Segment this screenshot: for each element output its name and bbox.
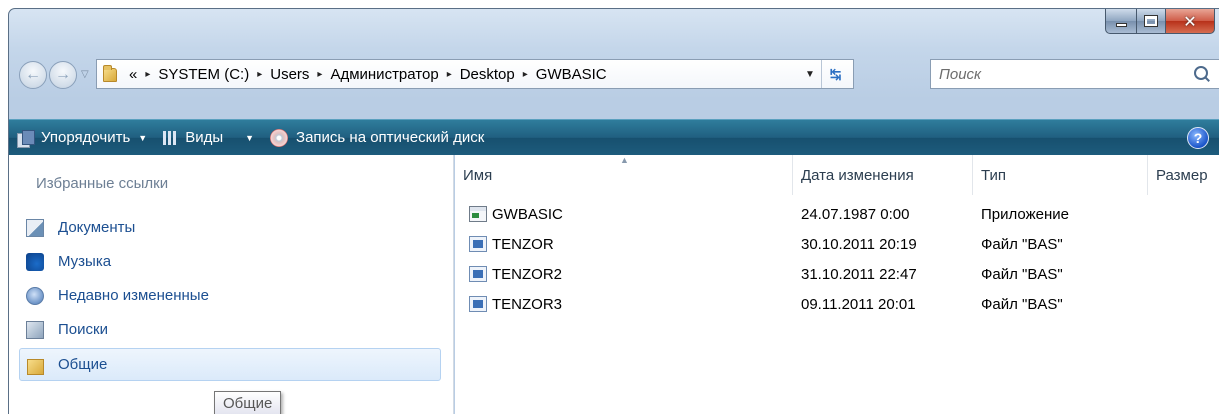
maximize-button[interactable] — [1136, 9, 1165, 34]
maximize-icon — [1144, 15, 1158, 27]
address-overflow[interactable]: « — [129, 66, 137, 83]
bas-file-icon — [469, 266, 487, 282]
address-segment-drive[interactable]: SYSTEM (C:) — [158, 66, 249, 83]
organize-button[interactable]: Упорядочить ▼ — [9, 120, 155, 155]
views-button[interactable]: Виды ▼ — [155, 120, 262, 155]
burn-disc-label: Запись на оптический диск — [296, 129, 485, 146]
minimize-button[interactable] — [1105, 9, 1136, 34]
file-date: 30.10.2011 20:19 — [801, 235, 917, 253]
search-input[interactable]: Поиск — [939, 66, 1193, 83]
table-row[interactable]: TENZOR2 31.10.2011 22:47 Файл "BAS" — [455, 259, 1219, 289]
nav-item-label: Документы — [58, 219, 136, 236]
favorite-links-header: Избранные ссылки — [36, 175, 169, 192]
recent-pages-dropdown-icon[interactable]: ▽ — [81, 69, 89, 80]
forward-arrow-icon: → — [55, 66, 71, 83]
column-header-date[interactable]: Дата изменения — [793, 155, 973, 195]
column-header-size[interactable]: Размер — [1148, 155, 1219, 195]
column-header-label: Тип — [981, 166, 1007, 184]
nav-item-public[interactable]: Общие — [19, 348, 441, 381]
nav-item-music[interactable]: Музыка — [19, 245, 441, 278]
file-type: Файл "BAS" — [981, 265, 1063, 283]
file-type: Приложение — [981, 205, 1069, 223]
explorer-window: ✕ ← → ▽ « ▸ SYSTEM (C:) ▸ Users ▸ Админи… — [8, 8, 1219, 414]
search-icon[interactable] — [1193, 65, 1211, 83]
refresh-icon[interactable]: ↹ — [821, 60, 849, 88]
file-date: 24.07.1987 0:00 — [801, 205, 910, 223]
column-header-label: Размер — [1156, 166, 1208, 184]
address-segment-user[interactable]: Администратор — [330, 66, 438, 83]
back-arrow-icon: ← — [25, 66, 41, 83]
navigation-pane: Избранные ссылки Документы Музыка Недавн… — [9, 155, 454, 414]
organize-label: Упорядочить — [41, 129, 131, 146]
music-icon — [26, 252, 44, 271]
minimize-icon — [1115, 23, 1127, 27]
table-row[interactable]: TENZOR 30.10.2011 20:19 Файл "BAS" — [455, 229, 1219, 259]
folder-icon — [103, 65, 121, 82]
file-type: Файл "BAS" — [981, 235, 1063, 253]
table-row[interactable]: TENZOR3 09.11.2011 20:01 Файл "BAS" — [455, 289, 1219, 319]
file-date: 31.10.2011 22:47 — [801, 265, 917, 283]
nav-item-label: Поиски — [58, 321, 108, 338]
caption-buttons: ✕ — [1105, 9, 1215, 34]
column-header-type[interactable]: Тип — [973, 155, 1148, 195]
address-segment-current[interactable]: GWBASIC — [536, 66, 607, 83]
chevron-down-icon: ▼ — [138, 132, 148, 143]
bas-file-icon — [469, 236, 487, 252]
address-separator-icon[interactable]: ▸ — [317, 69, 322, 80]
search-box[interactable]: Поиск — [930, 59, 1219, 89]
address-separator-icon[interactable]: ▸ — [447, 69, 452, 80]
sort-ascending-icon: ▲ — [620, 155, 629, 165]
address-separator-icon[interactable]: ▸ — [257, 69, 262, 80]
organize-icon — [17, 129, 35, 148]
address-dropdown-icon[interactable]: ▼ — [799, 69, 821, 80]
table-row[interactable]: GWBASIC 24.07.1987 0:00 Приложение — [455, 199, 1219, 229]
chevron-down-icon: ▼ — [245, 132, 255, 143]
column-header-name[interactable]: Имя ▲ — [455, 155, 793, 195]
nav-item-searches[interactable]: Поиски — [19, 313, 441, 346]
column-header-label: Дата изменения — [801, 166, 914, 184]
address-separator-icon[interactable]: ▸ — [523, 69, 528, 80]
close-icon: ✕ — [1183, 11, 1197, 31]
back-button[interactable]: ← — [19, 61, 47, 89]
address-bar[interactable]: « ▸ SYSTEM (C:) ▸ Users ▸ Администратор … — [96, 59, 854, 89]
application-icon — [469, 206, 487, 222]
close-button[interactable]: ✕ — [1165, 9, 1215, 34]
help-icon[interactable]: ? — [1187, 127, 1209, 149]
file-name: TENZOR — [492, 235, 554, 253]
file-type: Файл "BAS" — [981, 295, 1063, 313]
file-name: TENZOR3 — [492, 295, 563, 313]
nav-item-label: Общие — [58, 356, 108, 373]
documents-icon — [26, 218, 44, 237]
nav-item-documents[interactable]: Документы — [19, 211, 441, 244]
file-date: 09.11.2011 20:01 — [801, 295, 916, 313]
public-folder-icon — [26, 356, 44, 375]
recent-changes-icon — [26, 286, 44, 305]
burn-disc-button[interactable]: Запись на оптический диск — [262, 120, 492, 155]
views-icon — [163, 130, 178, 145]
searches-icon — [26, 320, 44, 339]
column-header-label: Имя — [463, 166, 493, 184]
command-toolbar: Упорядочить ▼ Виды ▼ Запись на оптически… — [9, 119, 1219, 155]
file-name: TENZOR2 — [492, 265, 563, 283]
file-name: GWBASIC — [492, 205, 563, 223]
address-separator-icon[interactable]: ▸ — [145, 69, 150, 80]
nav-item-label: Недавно измененные — [58, 287, 209, 304]
views-label: Виды — [185, 129, 224, 146]
nav-item-recent[interactable]: Недавно измененные — [19, 279, 441, 312]
address-segment-users[interactable]: Users — [270, 66, 309, 83]
optical-disc-icon — [270, 128, 289, 147]
address-segment-desktop[interactable]: Desktop — [460, 66, 515, 83]
bas-file-icon — [469, 296, 487, 312]
file-list: Имя ▲ Дата изменения Тип Размер GWBASIC … — [455, 155, 1219, 414]
tooltip: Общие — [214, 391, 282, 414]
forward-button[interactable]: → — [49, 61, 77, 89]
navigation-row: ← → ▽ « ▸ SYSTEM (C:) ▸ Users ▸ Админист… — [9, 57, 1219, 93]
nav-item-label: Музыка — [58, 253, 112, 270]
address-controls: ▼ ↹ — [799, 60, 853, 88]
